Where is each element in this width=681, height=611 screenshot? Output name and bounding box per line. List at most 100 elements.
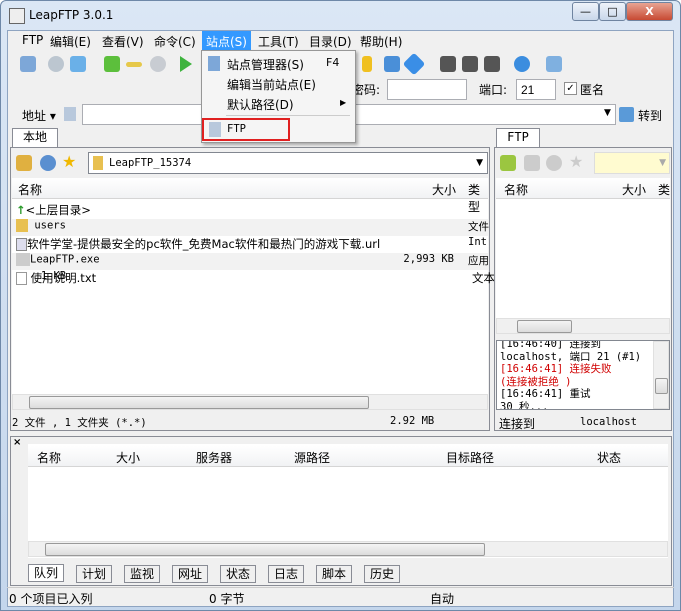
close-button[interactable]: X [626, 2, 673, 21]
minimize-button[interactable]: — [572, 2, 599, 21]
submenu-arrow-icon: ▶ [340, 98, 347, 107]
menu-directory[interactable]: 目录(D) [309, 33, 352, 50]
list-item[interactable]: 软件学堂-提供最安全的pc软件_免费Mac软件和最热门的游戏下载.url Int [16, 236, 487, 253]
maximize-button[interactable]: □ [599, 2, 626, 21]
col-name[interactable]: 名称 [37, 449, 61, 466]
local-status: 2 文件 , 1 文件夹 (*.*) [12, 417, 147, 429]
menu-help[interactable]: 帮助(H) [360, 33, 402, 50]
log-line: (连接被拒绝 ) [500, 375, 572, 388]
col-type[interactable]: 类 [658, 181, 670, 198]
col-server[interactable]: 服务器 [196, 449, 232, 466]
tab-ftp[interactable]: FTP [496, 128, 540, 148]
queue-tab[interactable]: 计划 [76, 565, 112, 583]
remote-horizontal-scrollbar[interactable] [496, 318, 670, 334]
anonymous-checkbox[interactable]: ✓ [564, 82, 577, 95]
queue-tab[interactable]: 脚本 [316, 565, 352, 583]
menu-site[interactable]: 站点(S) [202, 31, 251, 52]
server-icon [64, 107, 76, 121]
menu-ftp[interactable]: FTP [22, 33, 43, 47]
text-file-icon [16, 272, 27, 285]
address-dropdown[interactable]: 地址 ▾ [22, 107, 56, 124]
tab-local[interactable]: 本地 [12, 128, 58, 148]
folder-icon [16, 219, 28, 232]
play-icon[interactable] [180, 56, 192, 72]
anonymous-label: 匿名 [580, 83, 605, 97]
log-line: [16:46:41] 重试 [500, 388, 591, 400]
find-next-icon[interactable] [462, 56, 478, 72]
close-queue-icon[interactable]: × [13, 437, 21, 448]
local-total-size: 2.92 MB [390, 415, 435, 427]
menu-item-ftp[interactable]: FTP [202, 118, 290, 141]
folder-icon [93, 156, 103, 170]
favorites-icon[interactable]: ★ [569, 152, 583, 171]
list-item[interactable]: ↑<上层目录> [16, 202, 91, 219]
col-source[interactable]: 源路径 [294, 449, 330, 466]
menu-edit[interactable]: 编辑(E) [50, 33, 91, 50]
refresh-icon[interactable] [40, 155, 56, 171]
find-icon[interactable] [440, 56, 456, 72]
window-icon[interactable] [70, 56, 86, 72]
find-prev-icon[interactable] [484, 56, 500, 72]
col-name[interactable]: 名称 [504, 181, 528, 198]
menu-tools[interactable]: 工具(T) [258, 33, 299, 50]
menu-bar: FTP 编辑(E) 查看(V) 命令(C) 站点(S) 工具(T) 目录(D) … [10, 30, 670, 52]
col-type[interactable]: 类型 [468, 181, 488, 215]
info-icon[interactable] [402, 52, 426, 76]
menu-separator [226, 115, 350, 116]
up-folder-icon[interactable] [524, 155, 540, 171]
menu-command[interactable]: 命令(C) [154, 33, 196, 50]
queue-bytes: 0 字节 [209, 592, 245, 606]
col-name[interactable]: 名称 [18, 181, 42, 198]
menu-view[interactable]: 查看(V) [102, 33, 144, 50]
remove-icon[interactable] [126, 62, 142, 67]
refresh-icon[interactable] [546, 155, 562, 171]
remote-path-combo[interactable]: ▼ [594, 152, 670, 174]
settings-icon[interactable] [48, 56, 64, 72]
add-icon[interactable] [104, 56, 120, 72]
help-icon[interactable] [546, 56, 562, 72]
globe-icon[interactable] [514, 56, 530, 72]
status-bar: 0 个项目已入列 0 字节 自动 [7, 587, 674, 607]
col-size[interactable]: 大小 [432, 181, 456, 198]
app-icon [9, 8, 25, 24]
queue-tab[interactable]: 网址 [172, 565, 208, 583]
col-target[interactable]: 目标路径 [446, 449, 494, 466]
menu-item-default-path[interactable]: 默认路径(D) [227, 96, 294, 113]
shortcut-label: F4 [326, 56, 340, 69]
go-button[interactable]: 转到 [638, 107, 662, 124]
queue-tab[interactable]: 队列 [28, 564, 64, 582]
up-folder-icon[interactable] [16, 155, 32, 171]
list-item[interactable]: 使用说明.txt 1 KB 文本 [16, 270, 495, 287]
col-size[interactable]: 大小 [622, 181, 646, 198]
log-line: localhost, 端口 21 (#1) [500, 350, 642, 363]
exe-icon [16, 253, 30, 266]
queue-tab[interactable]: 状态 [220, 565, 256, 583]
local-horizontal-scrollbar[interactable] [12, 394, 488, 410]
list-item[interactable]: LeapFTP.exe 2,993 KB 应用 [12, 253, 489, 270]
ftp-label: FTP [227, 123, 246, 135]
go-icon[interactable] [619, 107, 634, 122]
connect-icon[interactable] [500, 155, 516, 171]
col-status[interactable]: 状态 [597, 449, 621, 466]
list-item[interactable]: users 文件 [12, 219, 489, 236]
script-icon[interactable] [384, 56, 400, 72]
site-manager-icon[interactable] [20, 56, 36, 72]
connection-status: 连接到 [499, 417, 536, 431]
col-size[interactable]: 大小 [116, 449, 140, 466]
password-input[interactable] [387, 79, 467, 100]
queue-tab[interactable]: 历史 [364, 565, 400, 583]
log-scrollbar[interactable] [653, 341, 669, 409]
lightning-icon[interactable] [362, 56, 372, 72]
port-input[interactable] [516, 79, 556, 100]
menu-item-site-manager[interactable]: 站点管理器(S) [227, 56, 304, 73]
address-chevron-icon[interactable]: ▼ [604, 108, 611, 118]
local-file-list: 名称 大小 类型 ↑<上层目录> users 文件 软件学堂-提供最安全的pc软件… [12, 178, 495, 394]
queue-tab[interactable]: 日志 [268, 565, 304, 583]
favorites-icon[interactable]: ★ [62, 152, 76, 171]
clock-icon[interactable] [150, 56, 166, 72]
chevron-down-icon[interactable]: ▼ [476, 158, 483, 168]
queue-tab[interactable]: 监视 [124, 565, 160, 583]
queue-horizontal-scrollbar[interactable] [28, 541, 668, 557]
local-path-combo[interactable]: LeapFTP_15374 ▼ [88, 152, 488, 174]
menu-item-edit-site[interactable]: 编辑当前站点(E) [227, 76, 316, 93]
